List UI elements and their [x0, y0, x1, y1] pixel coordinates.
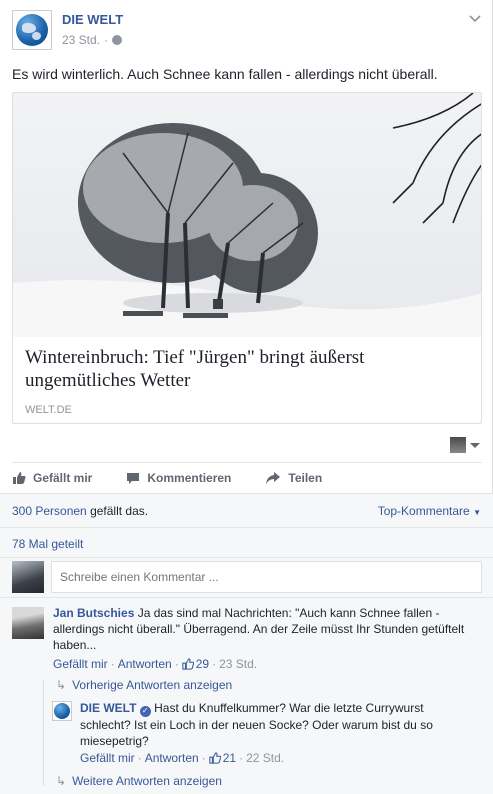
shares-link[interactable]: 78 Mal geteilt — [12, 537, 83, 551]
meta-dot: · — [174, 657, 179, 671]
like-button[interactable]: Gefällt mir — [12, 471, 92, 485]
comment-reply-link[interactable]: Antworten — [118, 657, 172, 671]
reply-meta: Gefällt mir · Antworten · 21 · 22 Std. — [80, 751, 284, 765]
reply-author[interactable]: DIE WELT — [80, 701, 136, 715]
globe-logo-icon — [54, 703, 70, 719]
comment-input[interactable] — [51, 561, 482, 593]
page-name[interactable]: DIE WELT — [62, 12, 123, 27]
reply-like-number: 21 — [222, 751, 237, 765]
shares-summary: 78 Mal geteilt — [0, 527, 493, 557]
link-preview[interactable]: Wintereinbruch: Tief "Jürgen" bringt äuß… — [12, 92, 482, 424]
share-icon — [266, 471, 281, 484]
reply-like-count[interactable]: 21 — [209, 751, 236, 765]
comment-body: Jan Butschies Ja das sind mal Nachrichte… — [53, 605, 473, 653]
meta-dot: · — [212, 657, 217, 671]
facebook-post-card: DIE WELT 23 Std. · Es wird winterlich. A… — [0, 0, 493, 794]
comment-like-link[interactable]: Gefällt mir — [53, 657, 108, 671]
comment-time[interactable]: 23 Std. — [219, 657, 257, 671]
comment-author[interactable]: Jan Butschies — [53, 606, 134, 620]
caret-down-icon — [470, 442, 480, 448]
reply-thread-line — [43, 680, 44, 786]
reply-time[interactable]: 22 Std. — [246, 751, 284, 765]
reply-reply-link[interactable]: Antworten — [145, 751, 199, 765]
action-bar: Gefällt mir Kommentieren Teilen — [12, 462, 482, 492]
likes-count-link[interactable]: 300 Personen — [12, 504, 87, 518]
comment-meta: Gefällt mir · Antworten · 29 · 23 Std. — [53, 657, 257, 671]
thumbs-up-icon — [13, 471, 26, 484]
previous-replies-label: Vorherige Antworten anzeigen — [72, 678, 233, 692]
current-user-avatar — [12, 561, 44, 593]
post-time[interactable]: 23 Std. — [62, 33, 100, 47]
comment-label: Kommentieren — [147, 470, 232, 485]
actor-avatar — [450, 437, 466, 453]
more-replies-label: Weitere Antworten anzeigen — [72, 774, 222, 788]
sort-label: Top-Kommentare — [377, 504, 470, 518]
more-replies-link[interactable]: ↳ Weitere Antworten anzeigen — [56, 774, 222, 788]
comment-button[interactable]: Kommentieren — [126, 471, 231, 485]
reply-like-link[interactable]: Gefällt mir — [80, 751, 135, 765]
meta-dot: · — [239, 751, 244, 765]
verified-icon: ✓ — [139, 705, 151, 717]
link-domain: WELT.DE — [25, 404, 72, 416]
chevron-down-icon[interactable] — [468, 12, 482, 26]
reply-avatar[interactable] — [52, 701, 72, 721]
thumbs-up-icon — [209, 752, 221, 764]
reply-arrow-icon: ↳ — [56, 678, 67, 692]
link-image — [13, 93, 481, 337]
like-label: Gefällt mir — [33, 470, 93, 485]
comment-composer — [0, 557, 493, 597]
post-header: DIE WELT 23 Std. · — [12, 10, 482, 52]
meta-dot: · — [201, 751, 206, 765]
comment-like-count[interactable]: 29 — [182, 657, 209, 671]
link-title[interactable]: Wintereinbruch: Tief "Jürgen" bringt äuß… — [25, 346, 465, 392]
share-as-selector[interactable] — [450, 437, 480, 453]
comment-icon — [127, 472, 140, 484]
post-meta: 23 Std. · — [62, 33, 123, 47]
meta-dot: · — [137, 751, 142, 765]
public-globe-icon — [112, 35, 123, 45]
thumbs-up-icon — [182, 658, 194, 670]
page-avatar[interactable] — [12, 10, 52, 50]
comment-like-number: 29 — [195, 657, 210, 671]
share-label: Teilen — [288, 470, 323, 485]
meta-separator: · — [104, 33, 109, 47]
reply-body: DIE WELT ✓ Hast du Knuffelkummer? War di… — [80, 700, 475, 749]
likes-text: 300 Personen gefällt das. — [12, 504, 148, 518]
commenter-avatar[interactable] — [12, 607, 44, 639]
likes-suffix: gefällt das. — [86, 504, 149, 518]
likes-summary: 300 Personen gefällt das. Top-Kommentare… — [0, 493, 493, 527]
post-text: Es wird winterlich. Auch Schnee kann fal… — [12, 66, 438, 82]
globe-logo-icon — [16, 14, 48, 46]
reply-arrow-icon: ↳ — [56, 774, 67, 788]
share-button[interactable]: Teilen — [265, 471, 322, 485]
sort-caret-icon: ▼ — [473, 508, 481, 517]
sort-dropdown[interactable]: Top-Kommentare ▼ — [378, 504, 481, 518]
meta-dot: · — [110, 657, 115, 671]
comments-section: Jan Butschies Ja das sind mal Nachrichte… — [0, 597, 493, 794]
previous-replies-link[interactable]: ↳ Vorherige Antworten anzeigen — [56, 678, 232, 692]
